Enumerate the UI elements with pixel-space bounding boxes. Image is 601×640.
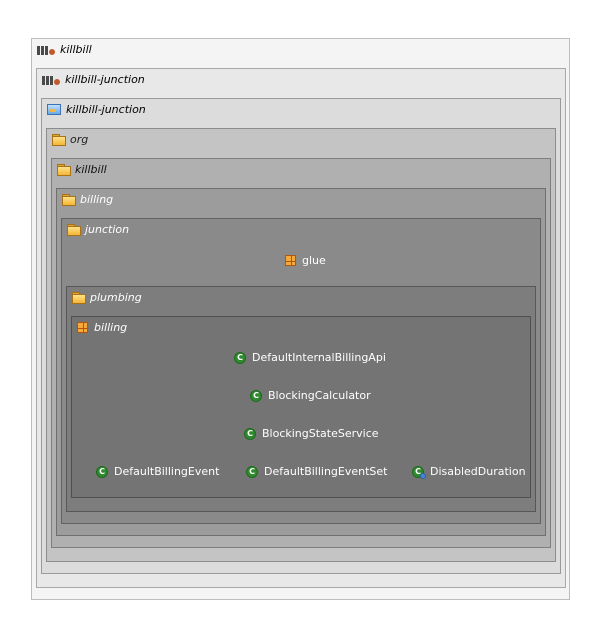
header-folder-billing[interactable]: billing [57,189,545,209]
class-label: DefaultBillingEvent [114,465,220,478]
folder-junction-label: junction [85,222,130,236]
folder-icon [57,163,71,176]
folder-killbill-label: killbill [75,162,107,176]
class-default-billing-event[interactable]: C DefaultBillingEvent [96,465,219,478]
header-module-killbill-junction[interactable]: killbill-junction [37,69,565,89]
header-source-folder[interactable]: killbill-junction [42,99,560,119]
class-label: BlockingCalculator [268,389,371,402]
class-blocking-state-service[interactable]: C BlockingStateService [244,427,379,440]
class-label: BlockingStateService [262,427,379,440]
folder-org-label: org [70,132,89,146]
class-icon: C [234,351,246,364]
class-blocking-calculator[interactable]: C BlockingCalculator [250,389,371,402]
class-icon: C [96,465,108,478]
folder-icon [67,223,81,236]
maven-module-icon [37,44,57,55]
header-folder-plumbing[interactable]: plumbing [67,287,535,307]
maven-module-icon [42,74,62,85]
header-folder-junction[interactable]: junction [62,219,540,239]
class-default-billing-event-set[interactable]: C DefaultBillingEventSet [246,465,388,478]
header-module-killbill[interactable]: killbill [32,39,569,59]
header-folder-killbill[interactable]: killbill [52,159,550,179]
package-glue-label: glue [302,254,326,267]
class-label: DefaultInternalBillingApi [252,351,386,364]
package-billing-label: billing [94,320,128,334]
source-folder-label: killbill-junction [66,102,146,116]
class-icon: C [246,465,258,478]
folder-icon [72,291,86,304]
header-folder-org[interactable]: org [47,129,555,149]
package-glue[interactable]: glue [285,254,326,267]
class-icon: C [250,389,262,402]
folder-plumbing-label: plumbing [90,290,142,304]
module-killbill-label: killbill [60,42,92,56]
class-icon: C [244,427,256,440]
module-killbill-junction-label: killbill-junction [65,72,145,86]
folder-billing-label: billing [80,192,114,206]
class-default-internal-billing-api[interactable]: C DefaultInternalBillingApi [234,351,386,364]
class-label: DefaultBillingEventSet [264,465,388,478]
dependency-tree-diagram: killbill killbill-junction killbill-junc… [0,0,601,640]
header-package-billing[interactable]: billing [72,317,530,337]
class-label: DisabledDuration [430,465,526,478]
class-disabled-duration[interactable]: C DisabledDuration [412,465,526,479]
package-icon [285,255,296,266]
folder-icon [62,193,76,206]
folder-icon [52,133,66,146]
inner-class-icon: C [412,465,426,479]
source-folder-icon [47,103,62,115]
package-icon [77,321,88,333]
